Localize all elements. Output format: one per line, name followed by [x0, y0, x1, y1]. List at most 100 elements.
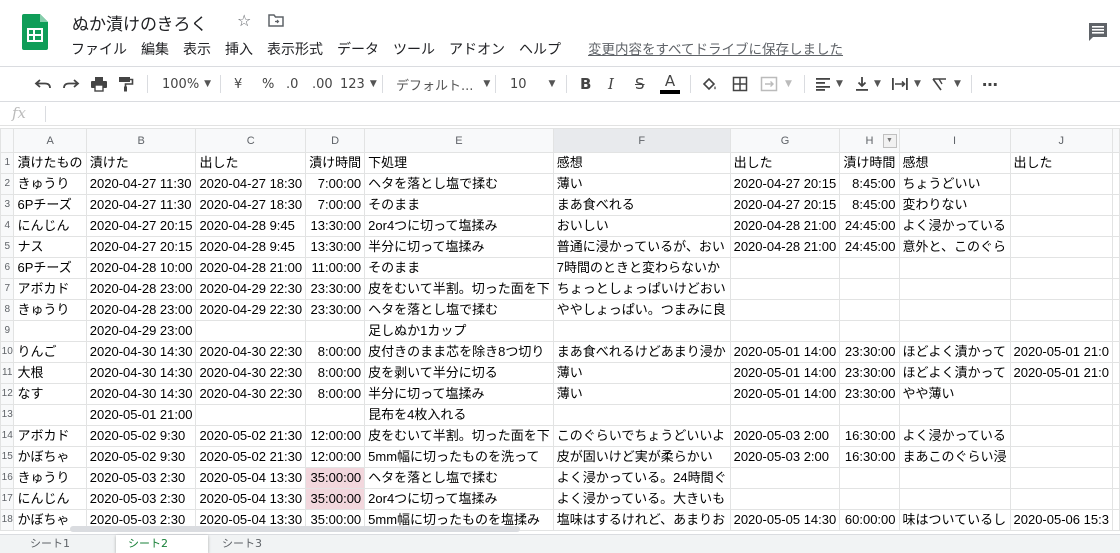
fill-color-icon[interactable]: [702, 67, 718, 101]
cell-e12[interactable]: 半分に切って塩揉み: [364, 383, 554, 405]
cell-e10[interactable]: 皮付きのまま芯を除き8つ切り: [364, 341, 554, 363]
cell-g8[interactable]: [729, 299, 841, 321]
cell-c5[interactable]: 2020-04-28 9:45: [195, 236, 307, 258]
horizontal-align-icon[interactable]: ▼: [815, 67, 843, 101]
cell-j18[interactable]: 2020-05-06 15:3: [1009, 509, 1114, 531]
font-size-select[interactable]: 10 ▼: [510, 67, 555, 101]
horizontal-scrollbar[interactable]: [70, 526, 520, 532]
menu-help[interactable]: ヘルプ: [512, 39, 568, 61]
cell-g12[interactable]: 2020-05-01 14:00: [729, 383, 841, 405]
row-header[interactable]: 10: [0, 341, 15, 363]
cell-j4[interactable]: [1009, 215, 1114, 237]
cell-i9[interactable]: [898, 320, 1011, 342]
cell-c16[interactable]: 2020-05-04 13:30: [195, 467, 307, 489]
cell-b6[interactable]: 2020-04-28 10:00: [85, 257, 197, 279]
cell-e14[interactable]: 皮をむいて半割。切った面を下: [364, 425, 554, 447]
cell-overflow[interactable]: [1112, 404, 1120, 426]
menu-tools[interactable]: ツール: [386, 39, 442, 61]
cell-h9[interactable]: [839, 320, 900, 342]
cell-e6[interactable]: そのまま: [364, 257, 554, 279]
cell-f13[interactable]: [552, 404, 731, 426]
cell-d13[interactable]: [305, 404, 366, 426]
menu-insert[interactable]: 挿入: [218, 39, 260, 61]
sheet-tab-1[interactable]: シート1: [30, 535, 100, 553]
decrease-decimal-button[interactable]: .0: [286, 67, 298, 101]
cell-h16[interactable]: [839, 467, 900, 489]
cell-e5[interactable]: 半分に切って塩揉み: [364, 236, 554, 258]
bold-button[interactable]: B: [580, 67, 591, 101]
cell-c14[interactable]: 2020-05-02 21:30: [195, 425, 307, 447]
cell-e16[interactable]: ヘタを落とし塩で揉む: [364, 467, 554, 489]
cell-i14[interactable]: よく浸かっている: [898, 425, 1011, 447]
cell-g6[interactable]: [729, 257, 841, 279]
cell-f5[interactable]: 普通に浸かっているが、おい: [552, 236, 731, 258]
row-header[interactable]: 17: [0, 488, 15, 510]
cell-j15[interactable]: [1009, 446, 1114, 468]
cell-c7[interactable]: 2020-04-29 22:30: [195, 278, 307, 300]
cell-b3[interactable]: 2020-04-27 11:30: [85, 194, 197, 216]
column-header-i[interactable]: I: [898, 128, 1011, 153]
row-header[interactable]: 1: [0, 152, 15, 174]
row-header[interactable]: 2: [0, 173, 15, 195]
cell-g1[interactable]: 出した: [729, 152, 841, 174]
cell-c11[interactable]: 2020-04-30 22:30: [195, 362, 307, 384]
redo-icon[interactable]: [62, 67, 80, 101]
cell-c12[interactable]: 2020-04-30 22:30: [195, 383, 307, 405]
cell-f4[interactable]: おいしい: [552, 215, 731, 237]
cell-overflow[interactable]: [1112, 215, 1120, 237]
cell-e2[interactable]: ヘタを落とし塩で揉む: [364, 173, 554, 195]
cell-d9[interactable]: [305, 320, 366, 342]
cell-e7[interactable]: 皮をむいて半割。切った面を下: [364, 278, 554, 300]
cell-d5[interactable]: 13:30:00: [305, 236, 366, 258]
cell-g17[interactable]: [729, 488, 841, 510]
cell-e8[interactable]: ヘタを落とし塩で揉む: [364, 299, 554, 321]
cell-e9[interactable]: 足しぬか1カップ: [364, 320, 554, 342]
cell-i16[interactable]: [898, 467, 1011, 489]
cell-g2[interactable]: 2020-04-27 20:15: [729, 173, 841, 195]
menu-addons[interactable]: アドオン: [442, 39, 512, 61]
cell-f17[interactable]: よく浸かっている。大きいも: [552, 488, 731, 510]
zoom-select[interactable]: 100% ▼: [162, 67, 211, 101]
cell-g5[interactable]: 2020-04-28 21:00: [729, 236, 841, 258]
cell-j11[interactable]: 2020-05-01 21:0: [1009, 362, 1114, 384]
menu-view[interactable]: 表示: [176, 39, 218, 61]
cell-b9[interactable]: 2020-04-29 23:00: [85, 320, 197, 342]
cell-d6[interactable]: 11:00:00: [305, 257, 366, 279]
cell-h6[interactable]: [839, 257, 900, 279]
cell-j17[interactable]: [1009, 488, 1114, 510]
column-filter-icon[interactable]: ▼: [882, 134, 897, 148]
cell-overflow[interactable]: [1112, 446, 1120, 468]
cell-overflow[interactable]: [1112, 362, 1120, 384]
column-header-f[interactable]: F: [552, 128, 731, 153]
cell-j8[interactable]: [1009, 299, 1114, 321]
cell-i15[interactable]: まあこのぐらい浸: [898, 446, 1011, 468]
cell-a5[interactable]: ナス: [13, 236, 87, 258]
cell-h10[interactable]: 23:30:00: [839, 341, 900, 363]
cell-a10[interactable]: りんご: [13, 341, 87, 363]
cell-h2[interactable]: 8:45:00: [839, 173, 900, 195]
cell-b7[interactable]: 2020-04-28 23:00: [85, 278, 197, 300]
column-header-j[interactable]: J: [1009, 128, 1114, 153]
cell-d14[interactable]: 12:00:00: [305, 425, 366, 447]
cell-h8[interactable]: [839, 299, 900, 321]
row-header[interactable]: 14: [0, 425, 15, 447]
cell-b16[interactable]: 2020-05-03 2:30: [85, 467, 197, 489]
cell-overflow[interactable]: [1112, 467, 1120, 489]
cell-overflow[interactable]: [1112, 236, 1120, 258]
cell-f10[interactable]: まあ食べれるけどあまり浸か: [552, 341, 731, 363]
cell-f9[interactable]: [552, 320, 731, 342]
cell-f12[interactable]: 薄い: [552, 383, 731, 405]
cell-f8[interactable]: ややしょっぱい。つまみに良: [552, 299, 731, 321]
more-formats-select[interactable]: 123 ▼: [340, 67, 377, 101]
cell-d3[interactable]: 7:00:00: [305, 194, 366, 216]
cell-g3[interactable]: 2020-04-27 20:15: [729, 194, 841, 216]
cell-a17[interactable]: にんじん: [13, 488, 87, 510]
cell-c9[interactable]: [195, 320, 307, 342]
cell-f14[interactable]: このぐらいでちょうどいいよ: [552, 425, 731, 447]
cell-d10[interactable]: 8:00:00: [305, 341, 366, 363]
cell-b2[interactable]: 2020-04-27 11:30: [85, 173, 197, 195]
cell-a2[interactable]: きゅうり: [13, 173, 87, 195]
column-header-overflow[interactable]: [1112, 128, 1120, 153]
cell-g7[interactable]: [729, 278, 841, 300]
borders-icon[interactable]: [732, 67, 748, 101]
